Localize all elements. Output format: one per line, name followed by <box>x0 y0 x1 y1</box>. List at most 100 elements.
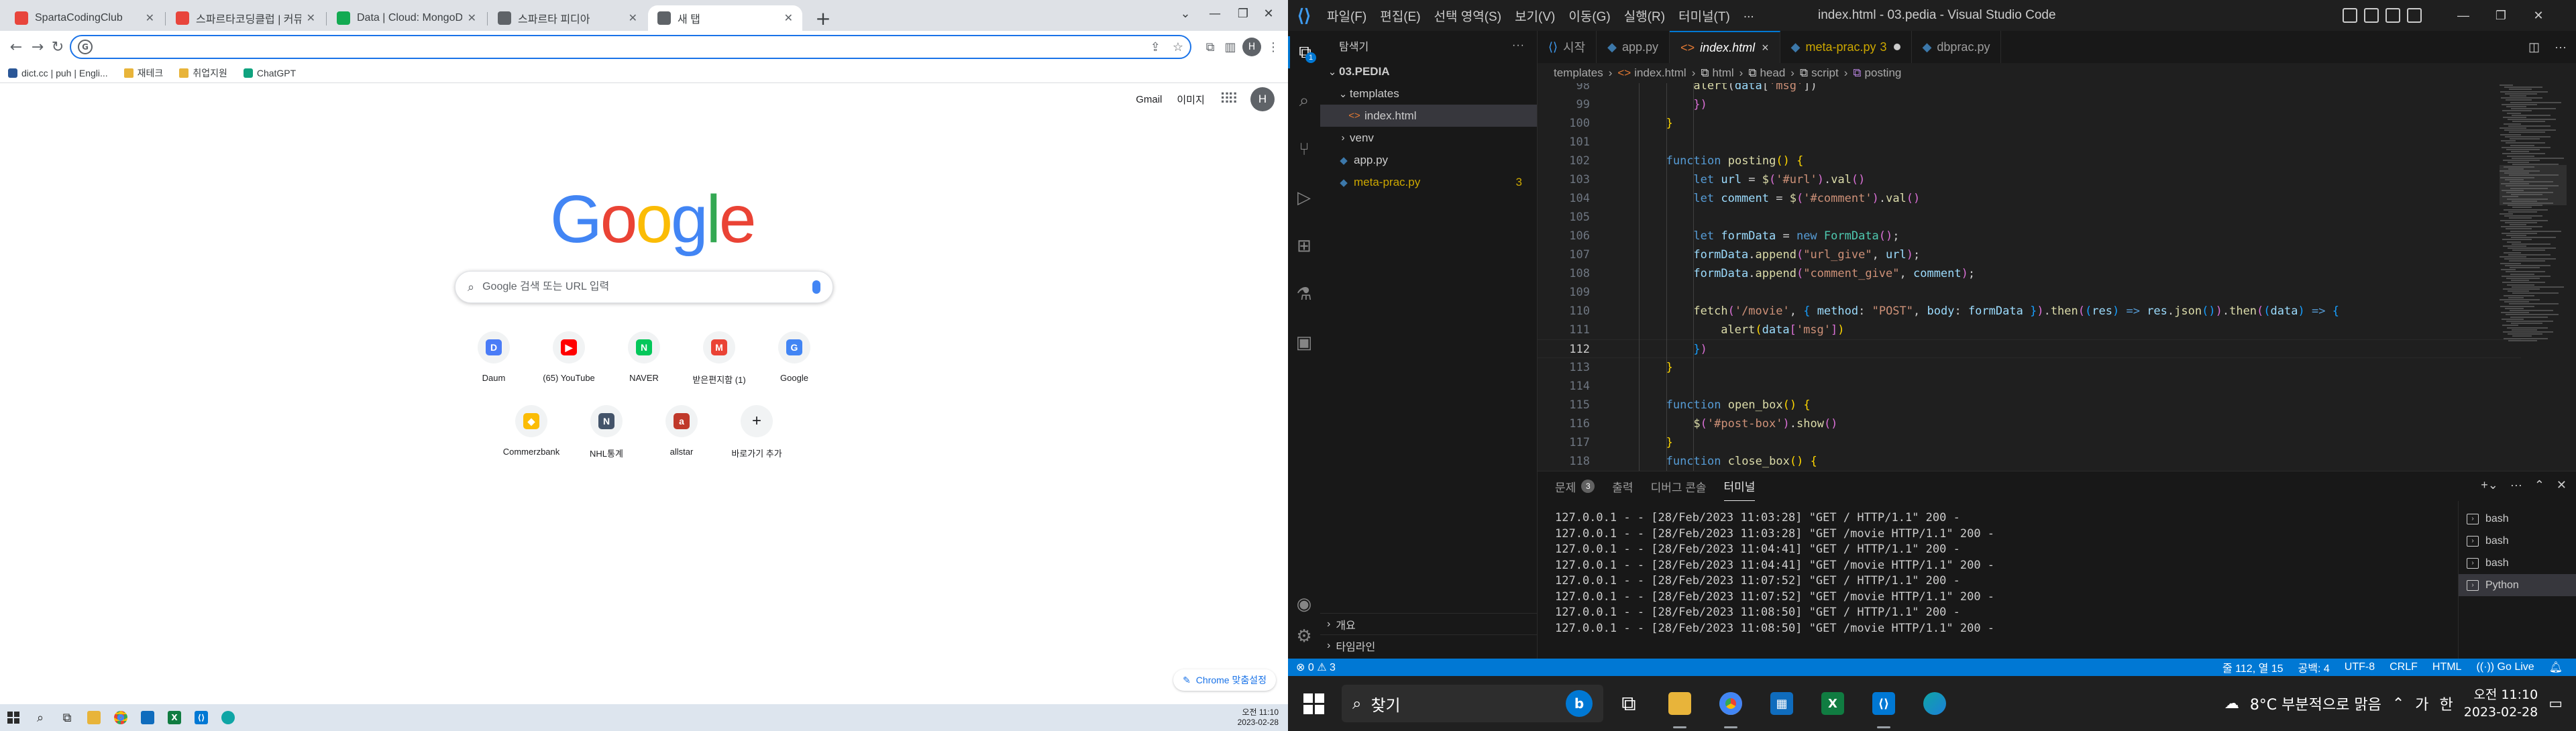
menu-item[interactable]: 이동(G) <box>1562 7 1617 25</box>
language-mode[interactable]: HTML <box>2432 661 2462 673</box>
browser-tab[interactable]: SpartaCodingClub ✕ <box>5 5 164 31</box>
notification-icon[interactable]: ▭ <box>2548 695 2563 712</box>
indentation-status[interactable]: 공백: 4 <box>2298 659 2330 675</box>
back-icon[interactable]: ← <box>5 36 27 58</box>
remote-explorer-icon[interactable]: ▣ <box>1288 326 1320 358</box>
shortcut-tile[interactable]: M 받은편지함 (1) <box>682 325 757 400</box>
more-actions-icon[interactable]: ··· <box>2555 40 2567 54</box>
close-tab-icon[interactable]: ✕ <box>468 11 476 25</box>
menu-item[interactable]: 선택 영역(S) <box>1428 7 1509 25</box>
breadcrumb-item[interactable]: html <box>1713 66 1734 80</box>
close-tab-icon[interactable]: ✕ <box>784 11 793 25</box>
editor-tab[interactable]: <> index.html × <box>1670 31 1780 63</box>
more-actions-icon[interactable]: ··· <box>2510 478 2522 492</box>
close-panel-icon[interactable]: ✕ <box>2557 478 2567 492</box>
timeline-section[interactable]: › 타임라인 <box>1320 634 1538 656</box>
panel-tab[interactable]: 문제 3 <box>1555 471 1595 501</box>
menu-item[interactable]: 터미널(T) <box>1672 7 1737 25</box>
file-explorer-icon[interactable] <box>80 704 107 731</box>
eol-status[interactable]: CRLF <box>2390 661 2418 673</box>
breadcrumb-item[interactable]: head <box>1760 66 1785 80</box>
bookmark-item[interactable]: dict.cc | puh | Engli... <box>8 68 108 78</box>
bing-icon[interactable]: b <box>1566 690 1593 717</box>
edge-icon[interactable] <box>215 704 241 731</box>
edge-icon[interactable] <box>1909 676 1960 731</box>
calendar-app-icon[interactable] <box>134 704 161 731</box>
windows-start-icon[interactable] <box>0 704 27 731</box>
chevron-down-icon[interactable]: ⌄ <box>1171 0 1199 27</box>
close-tab-icon[interactable]: ✕ <box>629 11 637 25</box>
close-tab-icon[interactable]: ✕ <box>307 11 315 25</box>
unsaved-dot-icon[interactable] <box>1893 44 1900 50</box>
editor-tab[interactable]: ◆ app.py <box>1597 31 1670 63</box>
taskbar-search-box[interactable]: ⌕ 찾기 b <box>1342 685 1603 722</box>
minimap-slider[interactable] <box>2500 165 2567 205</box>
forward-icon[interactable]: → <box>27 36 48 58</box>
ntp-search-box[interactable]: ⌕ <box>455 271 833 303</box>
customize-layout-icon[interactable] <box>2407 8 2422 23</box>
code-editor[interactable]: 98 alert(data['msg']) 99}) 100} 101 102 functi… <box>1538 83 2521 471</box>
panel-tab[interactable]: 출력 <box>1612 471 1633 501</box>
vscode-taskbar-icon[interactable]: ⟨⟩ <box>188 704 215 731</box>
tree-file[interactable]: ◆ meta-prac.py 3 <box>1320 171 1537 193</box>
menu-item[interactable]: 편집(E) <box>1373 7 1427 25</box>
windows-start-icon[interactable] <box>1288 676 1339 731</box>
customize-chrome-button[interactable]: ✎ Chrome 맞춤설정 <box>1173 669 1276 691</box>
task-view-icon[interactable]: ⧉ <box>1603 676 1654 731</box>
taskbar-clock-secondary[interactable]: 오전 11:10 2023-02-28 <box>1238 708 1279 728</box>
testing-icon[interactable]: ⚗ <box>1288 278 1320 310</box>
outline-section[interactable]: › 개요 <box>1320 613 1538 634</box>
search-icon[interactable]: ⌕ <box>27 704 54 731</box>
minimize-icon[interactable]: — <box>1201 0 1229 27</box>
new-tab-button[interactable]: + <box>812 7 835 30</box>
notifications-bell-icon[interactable]: 🔔︎ <box>2549 661 2563 674</box>
editor-tab[interactable]: ⟨⟩ 시작 <box>1538 31 1597 63</box>
extensions-icon[interactable]: ⧉ <box>1201 38 1220 56</box>
excel-icon[interactable]: X <box>161 704 188 731</box>
menu-item[interactable]: ... <box>1737 7 1761 25</box>
go-live-button[interactable]: ((·)) Go Live <box>2476 661 2534 673</box>
ntp-search-input[interactable] <box>482 281 812 293</box>
workspace-root[interactable]: ⌄ 03.PEDIA <box>1320 60 1537 82</box>
chrome-menu-icon[interactable]: ⋮ <box>1264 38 1283 56</box>
tree-folder[interactable]: ⌄ templates <box>1320 82 1537 105</box>
search-icon[interactable]: ⌕ <box>1288 85 1320 117</box>
shortcut-tile[interactable]: G Google <box>757 325 832 400</box>
vscode-taskbar-icon[interactable]: ⟨⟩ <box>1858 676 1909 731</box>
editor-tab[interactable]: ◆ dbprac.py <box>1911 31 2002 63</box>
tree-file[interactable]: ◆ app.py <box>1320 149 1537 171</box>
cursor-position[interactable]: 줄 112, 열 15 <box>2222 659 2284 675</box>
shortcut-tile[interactable]: N NAVER <box>606 325 682 400</box>
close-window-icon[interactable]: ✕ <box>2520 0 2557 31</box>
bookmark-star-icon[interactable]: ☆ <box>1173 40 1183 54</box>
breadcrumb-item[interactable]: index.html <box>1634 66 1686 80</box>
account-icon[interactable]: ◉ <box>1288 587 1320 620</box>
profile-avatar-small[interactable]: H <box>1242 38 1261 56</box>
side-panel-icon[interactable]: ▥ <box>1221 38 1240 56</box>
shortcut-tile[interactable]: + 바로가기 추가 <box>719 398 794 473</box>
tray-overflow-icon[interactable]: ⌃ <box>2392 695 2404 712</box>
close-window-icon[interactable]: ✕ <box>1254 0 1283 27</box>
breadcrumb-item[interactable]: templates <box>1554 66 1603 80</box>
tree-folder[interactable]: › venv <box>1320 127 1537 149</box>
toggle-secondary-sidebar-icon[interactable] <box>2385 8 2400 23</box>
encoding-status[interactable]: UTF-8 <box>2345 661 2375 673</box>
gmail-link[interactable]: Gmail <box>1136 94 1162 105</box>
share-icon[interactable]: ⇪ <box>1150 40 1161 54</box>
extensions-icon[interactable]: ⊞ <box>1288 229 1320 262</box>
panel-tab[interactable]: 디버그 콘솔 <box>1651 471 1707 501</box>
terminal-output[interactable]: 127.0.0.1 - - [28/Feb/2023 11:03:28] "GE… <box>1538 501 2443 659</box>
bookmark-item[interactable]: 재테크 <box>123 66 163 80</box>
close-tab-icon[interactable]: ✕ <box>146 11 154 25</box>
excel-icon[interactable]: X <box>1807 676 1858 731</box>
maximize-panel-icon[interactable]: ⌃ <box>2534 478 2544 492</box>
terminal-instance[interactable]: › bash <box>2459 508 2576 530</box>
breadcrumb-item[interactable]: posting <box>1865 66 1902 80</box>
google-apps-icon[interactable]: ⠿⠿ <box>1220 91 1238 108</box>
manage-gear-icon[interactable]: ⚙ <box>1288 620 1320 652</box>
browser-tab[interactable]: Data | Cloud: MongoDB Cloud ✕ <box>327 5 486 31</box>
close-tab-icon[interactable]: × <box>1762 41 1769 55</box>
problems-status[interactable]: ⊗ 0 ⚠ 3 <box>1296 661 1336 674</box>
toggle-primary-sidebar-icon[interactable] <box>2343 8 2357 23</box>
explorer-icon[interactable]: ⧉ 1 <box>1288 36 1320 68</box>
